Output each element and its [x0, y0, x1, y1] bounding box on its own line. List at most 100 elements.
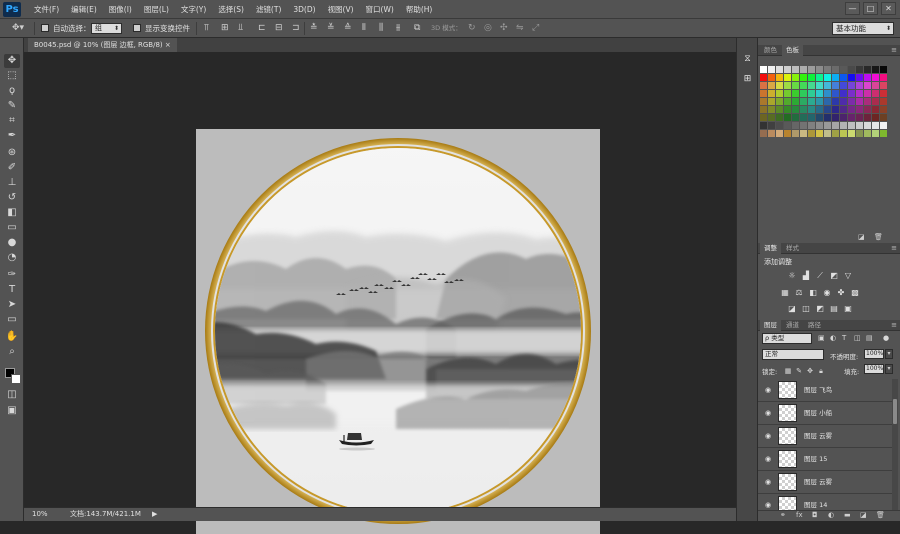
- auto-align-icon[interactable]: ⧉: [414, 23, 420, 34]
- color-swatch[interactable]: [792, 114, 799, 121]
- tab-color[interactable]: 颜色: [760, 45, 781, 56]
- color-swatch[interactable]: [872, 122, 879, 129]
- filter-adjust-icon[interactable]: ◐: [830, 334, 836, 342]
- color-swatch[interactable]: [768, 98, 775, 105]
- color-swatch[interactable]: [880, 66, 887, 73]
- healing-brush-icon[interactable]: ⊛: [4, 146, 20, 160]
- eye-icon[interactable]: ◉: [764, 386, 772, 394]
- auto-select-checkbox[interactable]: [41, 24, 49, 32]
- color-swatch[interactable]: [808, 66, 815, 73]
- hand-icon[interactable]: ✋: [4, 330, 20, 344]
- filter-type-icon[interactable]: T: [842, 334, 846, 342]
- align-vcenter-icon[interactable]: ⊞: [221, 23, 229, 34]
- color-swatch[interactable]: [840, 98, 847, 105]
- color-swatch[interactable]: [856, 66, 863, 73]
- color-swatch[interactable]: [816, 74, 823, 81]
- color-swatch[interactable]: [800, 90, 807, 97]
- color-swatch[interactable]: [784, 90, 791, 97]
- color-swatch[interactable]: [792, 74, 799, 81]
- new-adjustment-icon[interactable]: ◐: [828, 511, 834, 519]
- layer-filter-dropdown[interactable]: ρ 类型: [762, 333, 812, 344]
- color-swatch[interactable]: [760, 106, 767, 113]
- color-swatch[interactable]: [824, 66, 831, 73]
- gradient-map-icon[interactable]: ▤: [829, 304, 839, 313]
- history-brush-icon[interactable]: ↺: [4, 191, 20, 205]
- show-transform-checkbox[interactable]: [133, 24, 141, 32]
- eye-icon[interactable]: ◉: [764, 478, 772, 486]
- move-tool-preset-icon[interactable]: ✥▾: [12, 23, 24, 34]
- close-button[interactable]: ✕: [881, 2, 896, 15]
- new-swatch-icon[interactable]: ◪: [858, 233, 865, 241]
- color-swatch[interactable]: [816, 106, 823, 113]
- color-swatch[interactable]: [808, 98, 815, 105]
- marquee-icon[interactable]: ⬚: [4, 69, 20, 83]
- color-swatch[interactable]: [864, 90, 871, 97]
- color-swatch[interactable]: [856, 122, 863, 129]
- color-swatch[interactable]: [792, 106, 799, 113]
- filter-toggle-icon[interactable]: ●: [883, 334, 889, 342]
- eyedropper-icon[interactable]: ✒: [4, 129, 20, 143]
- add-mask-icon[interactable]: ◘: [812, 511, 818, 519]
- color-swatch[interactable]: [824, 98, 831, 105]
- color-swatch[interactable]: [792, 82, 799, 89]
- exposure-icon[interactable]: ◩: [829, 271, 839, 280]
- brush-icon[interactable]: ✐: [4, 161, 20, 175]
- distribute-left-icon[interactable]: ⫴: [362, 23, 366, 34]
- document-canvas[interactable]: [196, 129, 600, 534]
- layers-scrollbar[interactable]: [892, 379, 898, 510]
- color-swatch[interactable]: [808, 114, 815, 121]
- color-swatch[interactable]: [768, 114, 775, 121]
- fill-field[interactable]: 100%: [864, 364, 884, 374]
- color-swatch[interactable]: [864, 122, 871, 129]
- layer-row[interactable]: ◉ 图层 云雾: [758, 425, 892, 448]
- quick-select-icon[interactable]: ✎: [4, 99, 20, 113]
- color-swatch[interactable]: [864, 130, 871, 137]
- distribute-hcenter-icon[interactable]: ⫼: [379, 23, 383, 34]
- type-icon[interactable]: T: [4, 283, 20, 297]
- color-swatch[interactable]: [848, 98, 855, 105]
- color-swatch[interactable]: [824, 130, 831, 137]
- color-swatch[interactable]: [848, 82, 855, 89]
- color-swatch[interactable]: [760, 66, 767, 73]
- color-swatch[interactable]: [840, 130, 847, 137]
- color-swatch[interactable]: [880, 74, 887, 81]
- color-swatch[interactable]: [824, 74, 831, 81]
- tab-paths[interactable]: 路径: [804, 320, 825, 331]
- color-swatch[interactable]: [840, 114, 847, 121]
- blur-icon[interactable]: ●: [4, 236, 20, 250]
- color-swatch[interactable]: [768, 90, 775, 97]
- distribute-right-icon[interactable]: ⫵: [396, 23, 400, 34]
- hue-saturation-icon[interactable]: ▦: [780, 288, 790, 297]
- color-swatch[interactable]: [840, 82, 847, 89]
- 3d-slide-icon[interactable]: ⇋: [516, 23, 524, 34]
- color-swatch[interactable]: [808, 74, 815, 81]
- gradient-icon[interactable]: ▭: [4, 221, 20, 235]
- tab-swatches[interactable]: 色板: [782, 45, 803, 56]
- history-panel-icon[interactable]: ⧖: [740, 52, 755, 67]
- fill-slider-button[interactable]: ▾: [885, 364, 893, 374]
- color-swatch[interactable]: [792, 90, 799, 97]
- opacity-slider-button[interactable]: ▾: [885, 349, 893, 359]
- color-swatch[interactable]: [824, 106, 831, 113]
- color-swatch[interactable]: [800, 98, 807, 105]
- color-swatch[interactable]: [872, 106, 879, 113]
- color-swatch[interactable]: [832, 114, 839, 121]
- layer-row[interactable]: ◉ 图层 14: [758, 494, 892, 510]
- delete-layer-icon[interactable]: 🗑: [876, 511, 885, 519]
- color-swatch[interactable]: [784, 98, 791, 105]
- color-swatch[interactable]: [824, 82, 831, 89]
- link-layers-icon[interactable]: ⚭: [780, 511, 786, 519]
- layer-row[interactable]: ◉ 图层 15: [758, 448, 892, 471]
- color-swatch[interactable]: [848, 66, 855, 73]
- color-swatch[interactable]: [776, 114, 783, 121]
- screen-mode-icon[interactable]: ▣: [4, 404, 20, 418]
- menu-3d[interactable]: 3D(D): [287, 0, 321, 19]
- move-icon[interactable]: ✥: [4, 54, 20, 68]
- color-swatch[interactable]: [872, 114, 879, 121]
- threshold-icon[interactable]: ◩: [815, 304, 825, 313]
- photo-filter-icon[interactable]: ◉: [822, 288, 832, 297]
- color-swatch[interactable]: [776, 130, 783, 137]
- color-swatch[interactable]: [760, 114, 767, 121]
- color-swatch[interactable]: [816, 122, 823, 129]
- color-swatch[interactable]: [816, 90, 823, 97]
